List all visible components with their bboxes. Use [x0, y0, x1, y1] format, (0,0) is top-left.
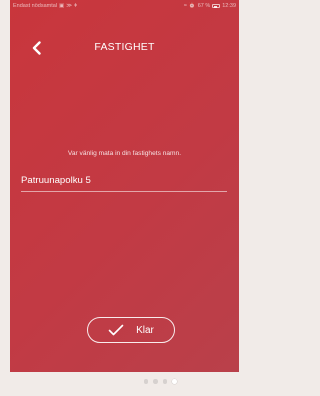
done-button-label: Klar [136, 324, 154, 336]
sim-icon: ▣ [59, 3, 65, 9]
status-bar: Endast nödsamtal ▣ ≫ ǂ ≈ ⏰ 67 % 12:39 [10, 0, 239, 12]
app-screen: Endast nödsamtal ▣ ≫ ǂ ≈ ⏰ 67 % 12:39 FA… [10, 0, 239, 372]
property-name-input[interactable] [21, 171, 227, 192]
signal-icon: ≫ [66, 3, 72, 9]
wifi-icon: ≈ [183, 3, 187, 9]
alarm-icon: ⏰ [188, 3, 196, 9]
page-dot [143, 379, 148, 384]
page-title: FASTIGHET [94, 41, 155, 53]
page-dot-active [172, 379, 177, 384]
property-name-prompt: Var vänlig mata in din fastighets namn. [67, 150, 182, 157]
carrier-text: Endast nödsamtal [13, 3, 58, 9]
status-time: 12:39 [222, 3, 236, 9]
usb-icon: ǂ [74, 3, 78, 9]
page-dot [153, 379, 158, 384]
status-right: ≈ ⏰ 67 % 12:39 [184, 3, 236, 9]
battery-icon [212, 4, 221, 8]
checkmark-icon [108, 324, 124, 336]
battery-percent: 67 % [197, 3, 211, 9]
page-indicator [0, 379, 320, 384]
done-button[interactable]: Klar [87, 317, 175, 343]
page-dot [162, 379, 167, 384]
status-left: Endast nödsamtal ▣ ≫ ǂ [13, 3, 77, 9]
nav-bar: FASTIGHET [10, 38, 239, 58]
